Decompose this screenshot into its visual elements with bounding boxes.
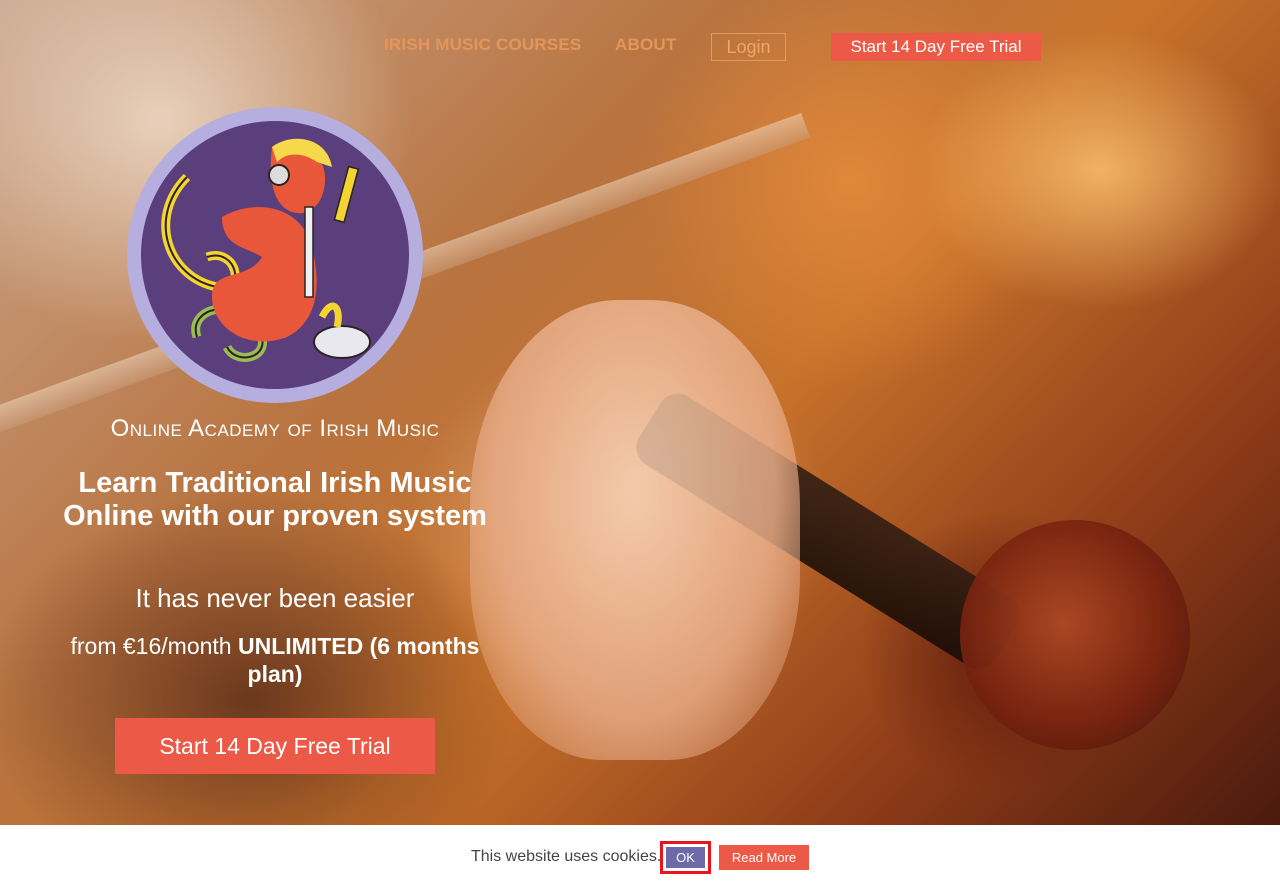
nav-free-trial-button[interactable]: Start 14 Day Free Trial [831, 33, 1041, 61]
hero-tagline: It has never been easier [135, 583, 415, 613]
main-navigation: IRISH MUSIC COURSES ABOUT Login Start 14… [0, 33, 1280, 61]
nav-irish-music-courses[interactable]: IRISH MUSIC COURSES [384, 35, 581, 55]
cookie-ok-button[interactable]: OK [666, 847, 705, 868]
nav-about[interactable]: ABOUT [615, 35, 676, 55]
cookie-banner: This website uses cookies. [0, 825, 1280, 887]
violinist-hand [470, 300, 800, 760]
academy-name: Online Academy of Irish Music [110, 415, 440, 442]
hero-free-trial-button[interactable]: Start 14 Day Free Trial [115, 718, 435, 774]
celtic-musician-icon [161, 138, 371, 362]
price-plan: UNLIMITED (6 months plan) [237, 633, 480, 687]
cookie-message: This website uses cookies. [471, 848, 662, 865]
price-info: from €16/month UNLIMITED (6 months plan) [70, 632, 480, 688]
cookie-ok-button-highlight[interactable]: OK [660, 841, 711, 874]
hero-headline: Learn Traditional Irish Music Online wit… [63, 467, 487, 532]
login-button[interactable]: Login [711, 33, 786, 61]
violin-scroll [960, 520, 1190, 750]
price-prefix: from €16/month [70, 633, 232, 659]
cookie-read-more-button[interactable]: Read More [719, 845, 809, 870]
